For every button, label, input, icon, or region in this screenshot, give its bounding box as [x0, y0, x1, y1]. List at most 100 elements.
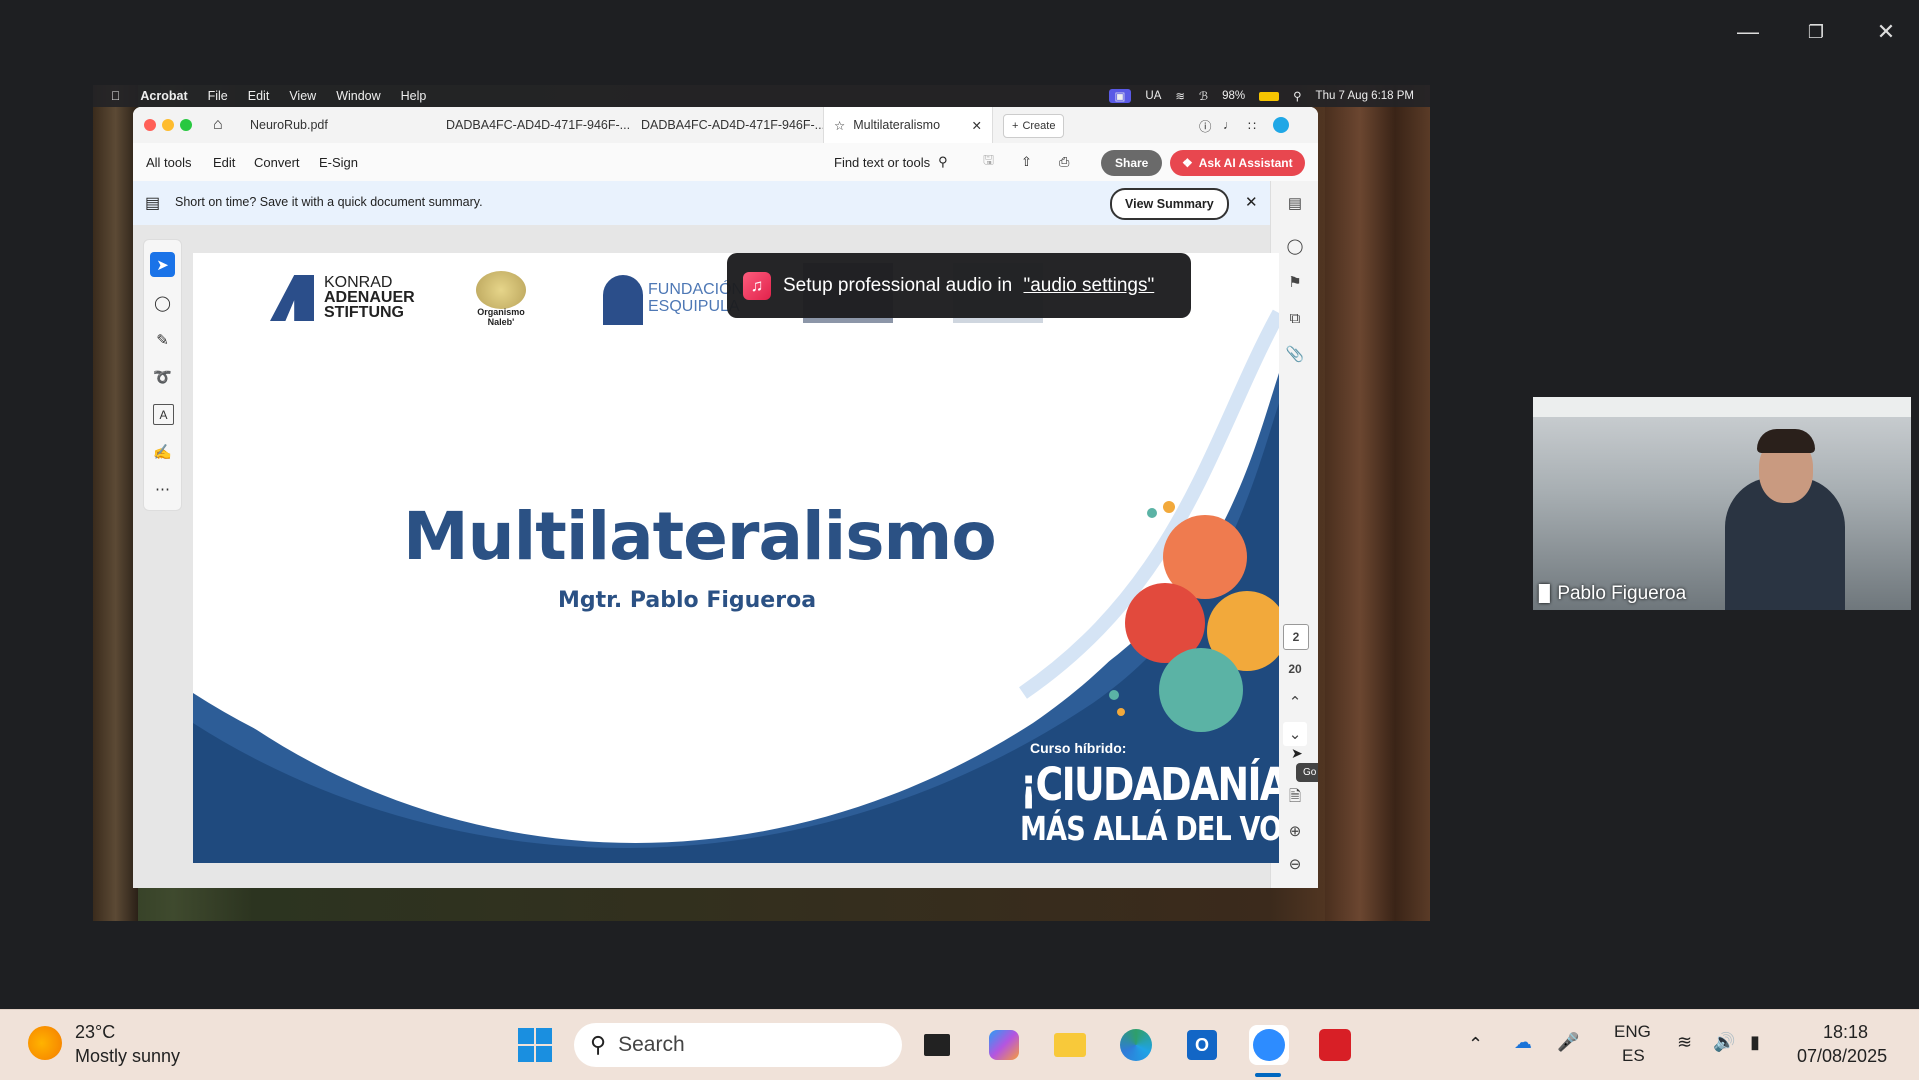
- input-lang-line2[interactable]: ES: [1622, 1046, 1645, 1066]
- notifications-icon[interactable]: ♩: [1223, 107, 1236, 143]
- all-tools-menu[interactable]: All tools: [146, 143, 192, 181]
- onedrive-icon[interactable]: ☁: [1514, 1032, 1532, 1053]
- home-icon[interactable]: ⌂: [213, 107, 223, 143]
- find-label: Find text or tools: [834, 154, 931, 170]
- confetti-dot: [1117, 708, 1125, 716]
- star-icon[interactable]: ☆: [834, 118, 845, 133]
- weather-icon[interactable]: [28, 1026, 62, 1060]
- convert-menu[interactable]: Convert: [254, 143, 300, 181]
- bookmark-icon[interactable]: ⚑: [1283, 270, 1307, 294]
- next-page-icon[interactable]: ⌄: [1283, 722, 1307, 746]
- menu-acrobat[interactable]: Acrobat: [140, 89, 187, 103]
- draw-tool-icon[interactable]: ➰: [150, 364, 175, 389]
- bluetooth-icon[interactable]: ℬ: [1199, 89, 1208, 103]
- apps-grid-icon[interactable]: ∷: [1248, 107, 1256, 143]
- battery-percent: 98%: [1222, 90, 1246, 102]
- slide-title: Multilateralismo: [403, 498, 997, 575]
- tab-close-icon[interactable]: ✕: [972, 118, 982, 133]
- spotlight-icon[interactable]: ⚲: [1293, 89, 1301, 103]
- volume-icon[interactable]: 🔊: [1713, 1032, 1735, 1053]
- ask-ai-assistant-button[interactable]: ❖ Ask AI Assistant: [1170, 150, 1305, 176]
- signal-strength-icon: ▉: [1539, 586, 1552, 603]
- share-button[interactable]: Share: [1101, 150, 1163, 176]
- account-icon[interactable]: [1273, 107, 1289, 143]
- summary-icon: ▤: [145, 195, 161, 212]
- comment-tool-icon[interactable]: ◯: [150, 290, 175, 315]
- copilot-icon[interactable]: [984, 1025, 1024, 1065]
- task-view-icon[interactable]: [917, 1025, 957, 1065]
- confetti-dot: [1147, 508, 1157, 518]
- view-summary-button[interactable]: View Summary: [1110, 188, 1229, 220]
- print-icon[interactable]: ⎙: [1059, 143, 1069, 181]
- save-icon[interactable]: 🖫: [983, 143, 994, 181]
- select-tool-icon[interactable]: ➤: [150, 252, 175, 277]
- wifi-icon[interactable]: ≋: [1175, 89, 1185, 103]
- ask-ai-label: Ask AI Assistant: [1198, 156, 1293, 170]
- clock-date[interactable]: 07/08/2025: [1797, 1046, 1887, 1067]
- minimize-button[interactable]: —: [1728, 12, 1768, 52]
- esign-menu[interactable]: E-Sign: [319, 143, 358, 181]
- tab-dadba-2[interactable]: DADBA4FC-AD4D-471F-946F-...: [641, 107, 825, 143]
- zoom-in-icon[interactable]: ⊕: [1283, 819, 1307, 843]
- konrad-logo-text: KONRAD ADENAUER STIFTUNG: [324, 275, 415, 321]
- current-page-box[interactable]: 2: [1283, 624, 1309, 650]
- comments-panel-icon[interactable]: ◯: [1283, 234, 1307, 258]
- pages-panel-icon[interactable]: ⧉: [1283, 306, 1307, 330]
- highlight-tool-icon[interactable]: ✎: [150, 327, 175, 352]
- create-button[interactable]: + Create: [1003, 114, 1065, 138]
- page-display-icon[interactable]: 🗎: [1283, 786, 1307, 810]
- naleb-line-2: Naleb': [487, 317, 515, 327]
- battery-icon[interactable]: ▮: [1750, 1032, 1760, 1053]
- menu-file[interactable]: File: [208, 89, 228, 103]
- taskbar-search-box[interactable]: ⚲ Search: [574, 1023, 902, 1067]
- create-label: Create: [1022, 120, 1056, 132]
- mac-minimize-button[interactable]: [162, 119, 174, 131]
- more-tools-icon[interactable]: ⋯: [150, 476, 175, 501]
- tab-multilateralismo[interactable]: ☆ Multilateralismo ✕: [823, 107, 993, 143]
- mac-close-button[interactable]: [144, 119, 156, 131]
- text-tool-icon[interactable]: A: [153, 404, 174, 425]
- audio-settings-link[interactable]: "audio settings": [1024, 275, 1155, 297]
- tab-multilateralismo-label: Multilateralismo: [853, 118, 941, 132]
- mac-zoom-button[interactable]: [180, 119, 192, 131]
- screen-share-icon[interactable]: ▣: [1108, 89, 1132, 103]
- tab-dadba-1[interactable]: DADBA4FC-AD4D-471F-946F-...: [446, 107, 630, 143]
- cloud-upload-icon[interactable]: ⇧: [1021, 143, 1032, 181]
- show-hidden-icons[interactable]: ⌃: [1468, 1034, 1483, 1055]
- ai-summary-icon[interactable]: ▤: [1283, 191, 1307, 215]
- input-lang-line1[interactable]: ENG: [1614, 1022, 1651, 1042]
- wallpaper-left: [93, 85, 138, 921]
- close-banner-icon[interactable]: ✕: [1245, 193, 1258, 211]
- edit-menu[interactable]: Edit: [213, 143, 235, 181]
- language-flag[interactable]: UA: [1145, 90, 1161, 102]
- restore-button[interactable]: ❐: [1796, 12, 1836, 52]
- menu-help[interactable]: Help: [401, 89, 427, 103]
- weather-condition[interactable]: Mostly sunny: [75, 1046, 180, 1067]
- acrobat-toolbar: All tools Edit Convert E-Sign Find text …: [133, 143, 1318, 182]
- menu-edit[interactable]: Edit: [248, 89, 270, 103]
- find-tools[interactable]: Find text or tools ⚲: [834, 143, 948, 181]
- participant-video[interactable]: ▉ Pablo Figueroa: [1533, 397, 1911, 610]
- close-window-button[interactable]: ✕: [1866, 12, 1906, 52]
- clock-time[interactable]: 18:18: [1823, 1022, 1868, 1043]
- sign-tool-icon[interactable]: ✍: [150, 439, 175, 464]
- naleb-logo-text: Organismo Naleb': [465, 307, 537, 327]
- wifi-icon[interactable]: ≋: [1677, 1032, 1692, 1053]
- zoom-out-icon[interactable]: ⊖: [1283, 852, 1307, 876]
- previous-page-icon[interactable]: ⌃: [1283, 690, 1307, 714]
- zoom-icon[interactable]: [1249, 1025, 1289, 1065]
- menu-window[interactable]: Window: [336, 89, 380, 103]
- attachment-icon[interactable]: 📎: [1283, 342, 1307, 366]
- help-icon[interactable]: ⓘ: [1199, 107, 1212, 143]
- microphone-location-icon[interactable]: 🎤: [1557, 1032, 1579, 1053]
- weather-temp[interactable]: 23°C: [75, 1022, 115, 1043]
- file-explorer-icon[interactable]: [1050, 1025, 1090, 1065]
- acrobat-icon[interactable]: [1315, 1025, 1355, 1065]
- tab-neurorub[interactable]: NeuroRub.pdf: [250, 107, 328, 143]
- outlook-icon[interactable]: O: [1182, 1025, 1222, 1065]
- apple-icon[interactable]: : [111, 89, 120, 103]
- menu-view[interactable]: View: [289, 89, 316, 103]
- start-icon[interactable]: [515, 1025, 555, 1065]
- edge-icon[interactable]: [1116, 1025, 1156, 1065]
- participant-name-tag: ▉ Pablo Figueroa: [1539, 583, 1686, 605]
